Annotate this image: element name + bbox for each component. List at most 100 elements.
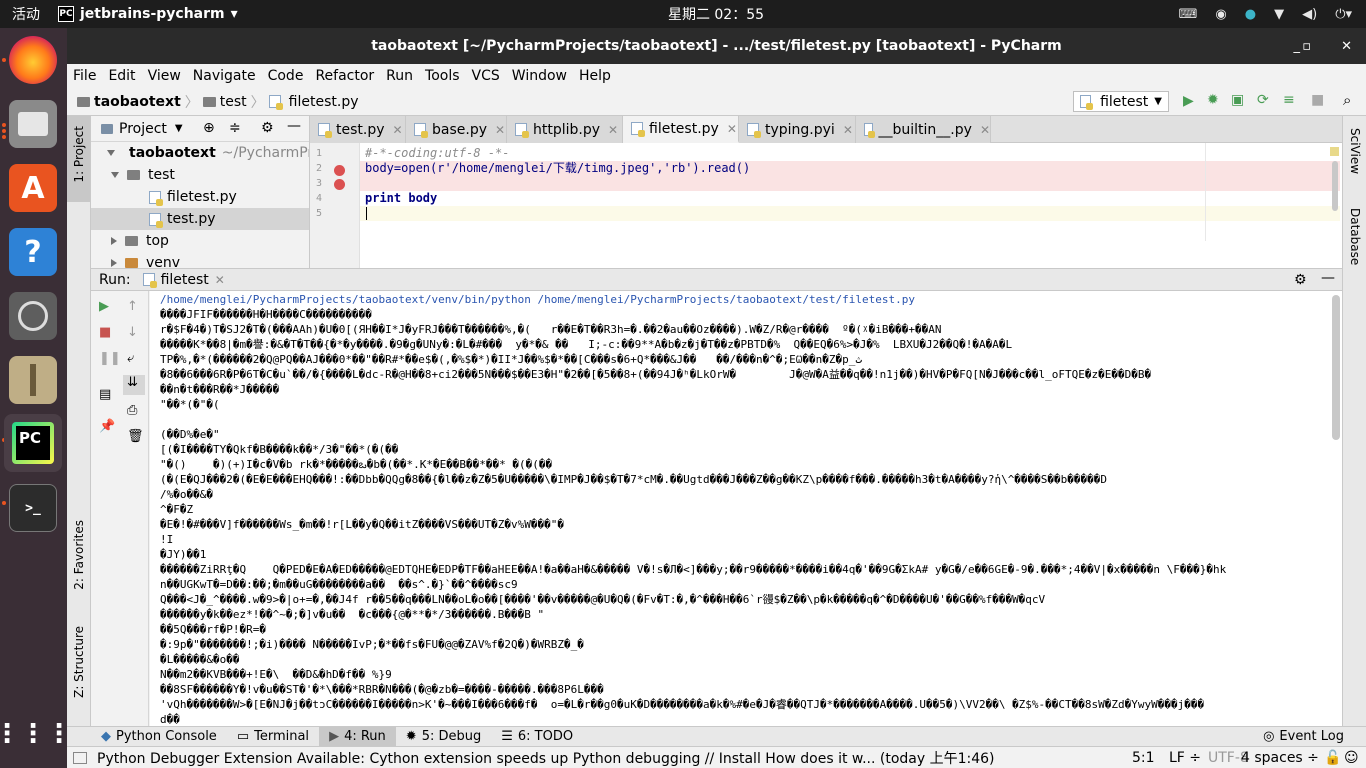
power-icon[interactable]: ⏻▾ [1335, 7, 1352, 22]
tool-todo[interactable]: ☰ 6: TODO [491, 727, 583, 747]
menu-view[interactable]: View [142, 68, 187, 84]
lock-icon[interactable]: 🔓 [1324, 750, 1341, 766]
status-message[interactable]: Python Debugger Extension Available: Cyt… [97, 748, 997, 768]
tree-item-venv-folder[interactable]: venv [91, 252, 309, 268]
database-tool-tab[interactable]: Database [1348, 208, 1362, 265]
volume-icon[interactable]: ◀) [1302, 7, 1317, 22]
code-editor[interactable]: 1 2 3 4 5 #-*-coding:utf-8 -*- body=open… [310, 143, 1342, 268]
wifi-icon[interactable]: ▼ [1274, 7, 1284, 22]
search-icon[interactable]: ⌕ [1343, 91, 1351, 109]
run-icon[interactable]: ▶ [1183, 93, 1194, 109]
run-tab-filetest[interactable]: filetest ✕ [142, 272, 225, 288]
menu-refactor[interactable]: Refactor [309, 68, 380, 84]
pause-icon[interactable]: ❚❚ [99, 351, 121, 366]
tab-test-py[interactable]: test.py ✕ [310, 116, 406, 143]
breadcrumb-folder[interactable]: test [202, 94, 247, 110]
favorites-tool-tab[interactable]: 2: Favorites [72, 520, 86, 590]
app-grid-icon[interactable]: ⋮⋮⋮ [0, 710, 72, 758]
screenshot-icon[interactable] [9, 292, 57, 340]
menu-window[interactable]: Window [506, 68, 573, 84]
structure-tool-tab[interactable]: Z: Structure [72, 626, 86, 698]
rerun-icon[interactable]: ▶ [99, 299, 109, 314]
gear-icon[interactable]: ⚙ [261, 120, 274, 136]
tree-item-test-folder[interactable]: test [91, 164, 309, 186]
tab-builtin-py[interactable]: __builtin__.py ✕ [856, 116, 991, 143]
tab-filetest-py[interactable]: filetest.py ✕ [623, 116, 739, 143]
editor-gutter[interactable]: 1 2 3 4 5 [310, 143, 360, 268]
inspector-icon[interactable]: ☺ [1344, 750, 1359, 766]
close-icon[interactable]: ✕ [608, 123, 618, 137]
caret-position[interactable]: 5:1 [1132, 750, 1155, 766]
event-log-button[interactable]: ◎ Event Log [1253, 727, 1354, 747]
close-icon[interactable]: ✕ [393, 123, 403, 137]
close-window-button[interactable]: ✕ [1341, 28, 1352, 64]
hide-icon[interactable]: — [1321, 270, 1335, 286]
run-console[interactable]: /home/menglei/PycharmProjects/taobaotext… [150, 291, 1342, 726]
down-arrow-icon[interactable]: ↓ [127, 325, 138, 340]
pycharm-dock-icon[interactable]: PC [4, 414, 62, 472]
project-tool-tab[interactable]: 1: Project [67, 116, 90, 202]
chip-icon[interactable]: ◉ [1215, 7, 1226, 22]
breakpoint-icon[interactable] [334, 179, 345, 190]
line-separator[interactable]: LF ÷ [1169, 750, 1201, 766]
maximize-button[interactable]: ▫ [1302, 28, 1311, 64]
console-scrollbar[interactable] [1332, 295, 1340, 440]
run-configuration-select[interactable]: filetest ▼ [1073, 91, 1169, 112]
soft-wrap-icon[interactable]: ⤶ [127, 351, 134, 366]
trash-icon[interactable]: 🗑 [127, 429, 144, 444]
minimize-button[interactable]: _ [1294, 28, 1301, 64]
hide-icon[interactable]: — [287, 118, 301, 134]
terminal-icon[interactable]: >_ [9, 484, 57, 532]
files-icon[interactable] [9, 100, 57, 148]
software-center-icon[interactable]: A [9, 164, 57, 212]
menu-code[interactable]: Code [262, 68, 310, 84]
menu-navigate[interactable]: Navigate [187, 68, 262, 84]
menu-run[interactable]: Run [380, 68, 419, 84]
tree-item-top-folder[interactable]: top [91, 230, 309, 252]
sciview-tool-tab[interactable]: SciView [1348, 128, 1362, 174]
print-icon[interactable]: ⎙ [127, 403, 137, 418]
clock[interactable]: 星期二 02：55 [0, 4, 1366, 24]
archive-manager-icon[interactable] [9, 356, 57, 404]
close-icon[interactable]: ✕ [727, 122, 737, 136]
status-toggle-icon[interactable] [73, 751, 87, 764]
menu-help[interactable]: Help [573, 68, 617, 84]
keyboard-icon[interactable]: ⌨ [1179, 7, 1198, 22]
stop-icon[interactable]: ■ [99, 325, 111, 340]
close-icon[interactable]: ✕ [980, 123, 990, 137]
close-icon[interactable]: ✕ [843, 123, 853, 137]
scroll-to-end-icon[interactable]: ⇊ [123, 375, 145, 395]
tool-terminal[interactable]: ▭ Terminal [227, 727, 319, 747]
breakpoint-icon[interactable] [334, 165, 345, 176]
project-panel-title[interactable]: Project [119, 121, 167, 137]
locate-icon[interactable]: ⊕ [203, 120, 215, 136]
editor-scrollbar[interactable] [1332, 161, 1338, 211]
inspection-indicator[interactable] [1330, 147, 1339, 156]
gear-icon[interactable]: ⚙ [1294, 272, 1307, 288]
tree-item-test-py[interactable]: test.py [91, 208, 309, 230]
menu-tools[interactable]: Tools [419, 68, 466, 84]
tree-item-filetest[interactable]: filetest.py [91, 186, 309, 208]
tree-item-root[interactable]: taobaotext ~/PycharmProj [91, 142, 309, 164]
concurrency-icon[interactable]: ≡ [1283, 92, 1295, 108]
up-arrow-icon[interactable]: ↑ [127, 299, 138, 314]
profile-icon[interactable]: ⟳ [1257, 92, 1269, 108]
tool-debug[interactable]: ✹ 5: Debug [396, 727, 491, 747]
layout-icon[interactable]: ▤ [99, 387, 111, 402]
firefox-icon[interactable] [9, 36, 57, 84]
breadcrumb-file[interactable]: filetest.py [268, 94, 359, 110]
tool-python-console[interactable]: ◆ Python Console [91, 727, 227, 747]
tab-httplib-py[interactable]: httplib.py ✕ [507, 116, 623, 143]
chevron-down-icon[interactable]: ▼ [175, 123, 183, 134]
coverage-icon[interactable]: ▣ [1231, 92, 1244, 108]
help-icon[interactable]: ? [9, 228, 57, 276]
stop-icon[interactable]: ■ [1311, 92, 1324, 108]
close-icon[interactable]: ✕ [215, 273, 225, 287]
collapse-all-icon[interactable]: ≑ [229, 120, 241, 136]
tool-run[interactable]: ▶ 4: Run [319, 726, 396, 747]
menu-vcs[interactable]: VCS [466, 68, 506, 84]
debug-icon[interactable]: ✹ [1207, 92, 1219, 108]
indent-setting[interactable]: 4 spaces ÷ [1241, 750, 1319, 766]
breadcrumb-project[interactable]: taobaotext [77, 94, 181, 110]
tab-typing-pyi[interactable]: typing.pyi ✕ [739, 116, 856, 143]
